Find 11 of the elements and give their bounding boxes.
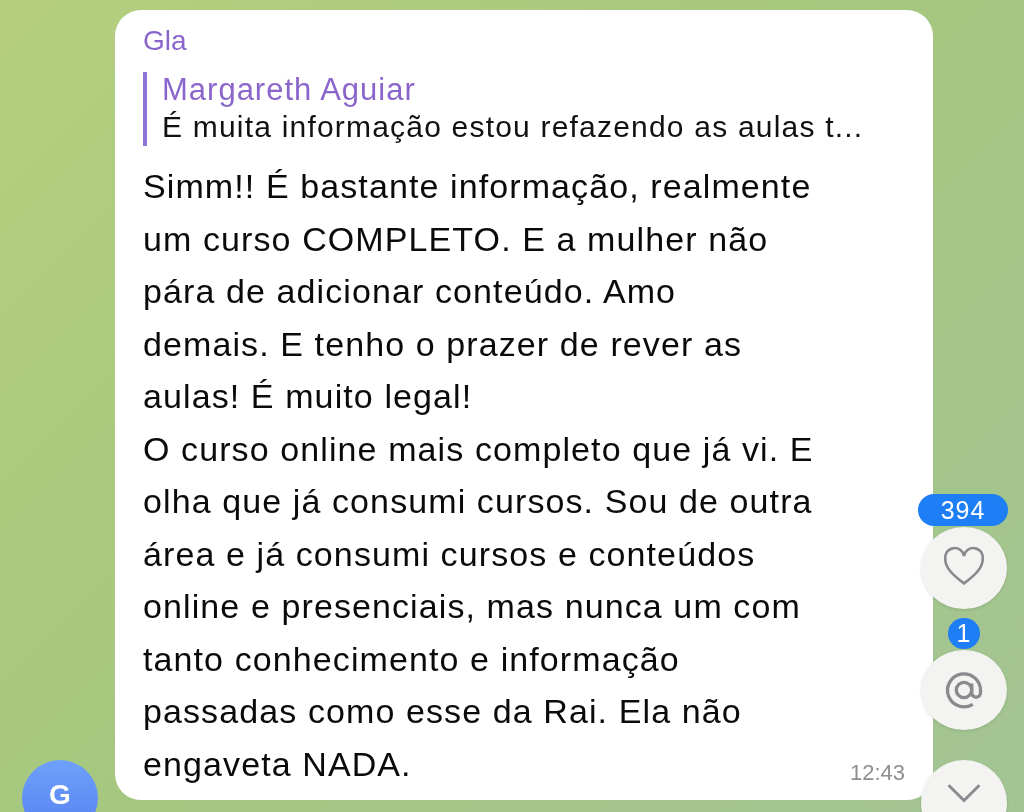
count-badge: 1 — [948, 618, 980, 649]
reply-text: É muita informação estou refazendo as aulas t... — [162, 109, 865, 145]
message-text: O curso online mais completo que já vi. E olha que já consumi cursos. Sou de outra área e já consumi cursos e conteúdos online e presenciais, mas nunca um com tanto conhecimento e informação passadas como esse da Rai. Ela não engaveta NADA. — [143, 428, 814, 785]
message-time: 12:43 — [849, 760, 905, 786]
avatar-initial: G — [49, 780, 71, 810]
avatar[interactable]: G — [22, 760, 98, 812]
sender-name[interactable]: Gla — [143, 26, 913, 56]
reply-quote[interactable]: Margareth Aguiar É muita informação estou refazendo as aulas t... — [143, 72, 913, 146]
reply-author: Margareth Aguiar — [162, 72, 417, 108]
message-text: Simm!! É bastante informação, realmente um curso COMPLETO. E a mulher não pára de adicionar conteúdo. Amo demais. E tenho o prazer de rever as aulas! É muito legal! — [143, 166, 812, 417]
count-badge: 394 — [918, 494, 1008, 526]
